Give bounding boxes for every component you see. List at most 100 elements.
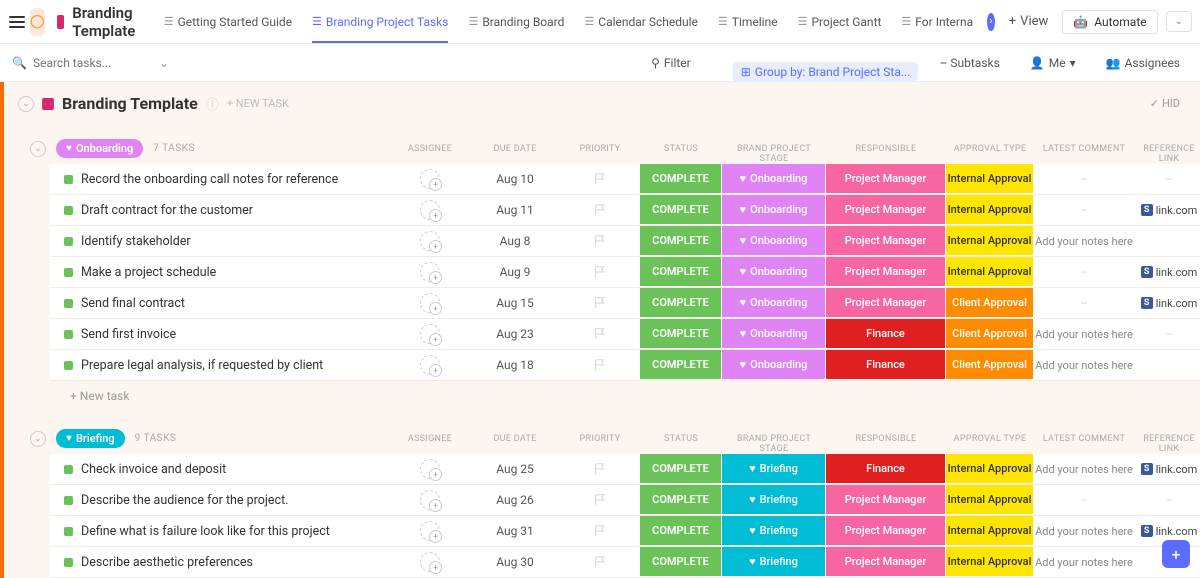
assignee-cell[interactable]: [390, 293, 470, 313]
column-header[interactable]: ASSIGNEE: [390, 144, 470, 164]
automate-button[interactable]: 🤖 Automate: [1062, 10, 1157, 34]
priority-cell[interactable]: [560, 462, 640, 476]
approval-cell[interactable]: Internal Approval: [946, 257, 1034, 287]
assignee-cell[interactable]: [390, 521, 470, 541]
column-header[interactable]: LATEST COMMENT: [1034, 144, 1134, 164]
task-row[interactable]: Check invoice and depositAug 25COMPLETE♥…: [50, 454, 1200, 485]
assignee-avatar-icon[interactable]: [420, 231, 440, 251]
reference-link[interactable]: Slink.com: [1134, 266, 1200, 279]
stage-cell[interactable]: ♥Onboarding: [722, 195, 826, 225]
comment-cell[interactable]: –: [1034, 297, 1134, 310]
task-row[interactable]: Define what is failure look like for thi…: [50, 516, 1200, 547]
status-cell[interactable]: COMPLETE: [640, 257, 722, 287]
automate-dropdown[interactable]: ⌄: [1166, 11, 1192, 32]
column-header[interactable]: APPROVAL TYPE: [946, 144, 1034, 164]
stage-cell[interactable]: ♥Briefing: [722, 547, 826, 577]
due-date-cell[interactable]: Aug 26: [470, 493, 560, 507]
stage-cell[interactable]: ♥Onboarding: [722, 164, 826, 194]
column-header[interactable]: BRAND PROJECT STAGE: [722, 144, 826, 164]
due-date-cell[interactable]: Aug 15: [470, 296, 560, 310]
task-name-cell[interactable]: Check invoice and deposit: [50, 462, 390, 477]
approval-cell[interactable]: Internal Approval: [946, 547, 1034, 577]
new-task-row[interactable]: + New task: [30, 381, 1200, 411]
assignees-button[interactable]: 👥Assignees: [1098, 53, 1188, 73]
task-row[interactable]: Describe the audience for the project. Au…: [50, 485, 1200, 516]
due-date-cell[interactable]: Aug 11: [470, 203, 560, 217]
comment-cell[interactable]: –: [1034, 173, 1134, 186]
assignee-cell[interactable]: [390, 459, 470, 479]
column-header[interactable]: RESPONSIBLE: [826, 434, 946, 454]
responsible-cell[interactable]: Project Manager: [826, 226, 946, 256]
assignee-cell[interactable]: [390, 490, 470, 510]
approval-cell[interactable]: Client Approval: [946, 288, 1034, 318]
search-input[interactable]: [33, 56, 153, 70]
column-header[interactable]: LATEST COMMENT: [1034, 434, 1134, 454]
due-date-cell[interactable]: Aug 9: [470, 265, 560, 279]
comment-cell[interactable]: Add your notes here: [1034, 359, 1134, 372]
approval-cell[interactable]: Internal Approval: [946, 226, 1034, 256]
due-date-cell[interactable]: Aug 8: [470, 234, 560, 248]
task-name-cell[interactable]: Define what is failure look like for thi…: [50, 524, 390, 539]
assignee-cell[interactable]: [390, 355, 470, 375]
priority-cell[interactable]: [560, 493, 640, 507]
status-cell[interactable]: COMPLETE: [640, 516, 722, 546]
approval-cell[interactable]: Client Approval: [946, 350, 1034, 380]
task-row[interactable]: Make a project scheduleAug 9COMPLETE♥Onb…: [50, 257, 1200, 288]
workspace-logo[interactable]: ◯: [30, 8, 45, 36]
priority-cell[interactable]: [560, 296, 640, 310]
assignee-avatar-icon[interactable]: [420, 262, 440, 282]
priority-cell[interactable]: [560, 203, 640, 217]
reference-link[interactable]: –: [1134, 494, 1200, 507]
column-header[interactable]: STATUS: [640, 434, 722, 454]
assignee-cell[interactable]: [390, 169, 470, 189]
assignee-avatar-icon[interactable]: [420, 200, 440, 220]
task-name-cell[interactable]: Prepare legal analysis, if requested by …: [50, 358, 390, 373]
task-row[interactable]: Prepare legal analysis, if requested by …: [50, 350, 1200, 381]
status-cell[interactable]: COMPLETE: [640, 288, 722, 318]
group-by-button[interactable]: ⊞Group by: Brand Project Sta...: [733, 62, 919, 82]
comment-cell[interactable]: Add your notes here: [1034, 328, 1134, 341]
comment-cell[interactable]: Add your notes here: [1034, 525, 1134, 538]
due-date-cell[interactable]: Aug 25: [470, 462, 560, 476]
search-box[interactable]: 🔍 ⌄: [12, 56, 633, 70]
priority-cell[interactable]: [560, 524, 640, 538]
priority-cell[interactable]: [560, 172, 640, 186]
assignee-avatar-icon[interactable]: [420, 293, 440, 313]
task-row[interactable]: Record the onboarding call notes for ref…: [50, 164, 1200, 195]
tab-calendar-schedule[interactable]: ☰Calendar Schedule: [574, 0, 708, 43]
reference-link[interactable]: –: [1134, 173, 1200, 186]
responsible-cell[interactable]: Project Manager: [826, 195, 946, 225]
task-row[interactable]: Send first invoiceAug 23COMPLETE♥Onboard…: [50, 319, 1200, 350]
status-cell[interactable]: COMPLETE: [640, 547, 722, 577]
responsible-cell[interactable]: Finance: [826, 454, 946, 484]
comment-cell[interactable]: –: [1034, 266, 1134, 279]
column-header[interactable]: REFERENCE LINK: [1134, 434, 1200, 454]
tab-branding-board[interactable]: ☰Branding Board: [458, 0, 574, 43]
column-header[interactable]: DUE DATE: [470, 434, 560, 454]
comment-cell[interactable]: –: [1034, 204, 1134, 217]
responsible-cell[interactable]: Project Manager: [826, 485, 946, 515]
task-name-cell[interactable]: Make a project schedule: [50, 265, 390, 280]
column-header[interactable]: STATUS: [640, 144, 722, 164]
create-task-fab[interactable]: +: [1162, 540, 1190, 568]
responsible-cell[interactable]: Project Manager: [826, 516, 946, 546]
responsible-cell[interactable]: Project Manager: [826, 257, 946, 287]
assignee-cell[interactable]: [390, 200, 470, 220]
task-name-cell[interactable]: Send final contract: [50, 296, 390, 311]
task-row[interactable]: Describe aesthetic preferencesAug 30COMP…: [50, 547, 1200, 578]
assignee-cell[interactable]: [390, 262, 470, 282]
assignee-avatar-icon[interactable]: [420, 355, 440, 375]
assignee-avatar-icon[interactable]: [420, 490, 440, 510]
reference-link[interactable]: Slink.com: [1134, 525, 1200, 538]
due-date-cell[interactable]: Aug 10: [470, 172, 560, 186]
task-name-cell[interactable]: Draft contract for the customer: [50, 203, 390, 218]
assignee-cell[interactable]: [390, 324, 470, 344]
status-cell[interactable]: COMPLETE: [640, 226, 722, 256]
assignee-avatar-icon[interactable]: [420, 459, 440, 479]
me-button[interactable]: 👤Me▾: [1022, 53, 1084, 73]
task-name-cell[interactable]: Describe the audience for the project.: [50, 493, 390, 508]
priority-cell[interactable]: [560, 358, 640, 372]
status-cell[interactable]: COMPLETE: [640, 195, 722, 225]
stage-cell[interactable]: ♥Briefing: [722, 485, 826, 515]
priority-cell[interactable]: [560, 327, 640, 341]
